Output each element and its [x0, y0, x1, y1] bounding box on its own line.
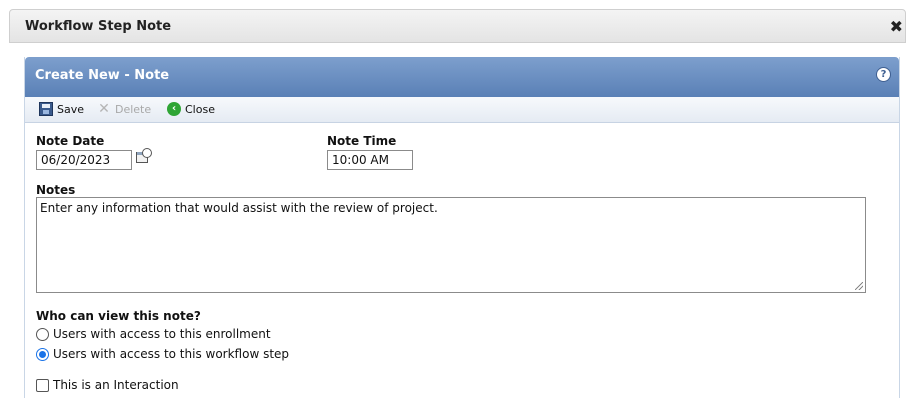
note-time-input[interactable]	[327, 150, 413, 170]
toolbar: Save ✕ Delete ‹ Close	[25, 97, 899, 123]
radio-workflow-step[interactable]	[36, 347, 49, 361]
dialog-title: Workflow Step Note	[25, 19, 172, 34]
save-label: Save	[57, 102, 85, 116]
interaction-label: This is an Interaction	[53, 378, 179, 392]
note-date-label: Note Date	[36, 134, 105, 148]
panel-title: Create New - Note	[35, 68, 170, 83]
calendar-clock-icon[interactable]	[136, 148, 152, 164]
help-icon[interactable]: ?	[876, 67, 891, 82]
visibility-option-workflow-step[interactable]: Users with access to this workflow step	[36, 347, 289, 361]
interaction-checkbox[interactable]	[36, 378, 49, 392]
visibility-label: Who can view this note?	[36, 309, 201, 323]
notes-textarea[interactable]: Enter any information that would assist …	[36, 197, 866, 293]
save-icon	[39, 102, 53, 116]
save-button[interactable]: Save	[39, 102, 84, 116]
notes-label: Notes	[36, 183, 76, 197]
dialog-close-icon[interactable]: ✖	[890, 17, 903, 36]
delete-icon: ✕	[98, 101, 110, 117]
delete-label: Delete	[115, 102, 152, 116]
resize-grip-icon[interactable]	[855, 282, 863, 290]
delete-button[interactable]: ✕ Delete	[97, 102, 151, 116]
note-time-label: Note Time	[327, 134, 397, 148]
visibility-option-enrollment[interactable]: Users with access to this enrollment	[36, 327, 271, 341]
interaction-option[interactable]: This is an Interaction	[36, 378, 179, 392]
close-label: Close	[185, 102, 215, 116]
notes-text: Enter any information that would assist …	[40, 201, 438, 215]
close-icon: ‹	[167, 102, 181, 116]
radio-workflow-step-label: Users with access to this workflow step	[53, 347, 290, 361]
note-date-input[interactable]	[36, 150, 132, 170]
dialog-titlebar: Workflow Step Note ✖	[9, 9, 906, 43]
note-panel: Create New - Note ? Save ✕ Delete ‹ Clos…	[24, 57, 900, 398]
radio-enrollment[interactable]	[36, 327, 49, 341]
radio-enrollment-label: Users with access to this enrollment	[53, 327, 271, 341]
panel-header: Create New - Note ?	[25, 57, 899, 97]
close-button[interactable]: ‹ Close	[167, 102, 215, 116]
